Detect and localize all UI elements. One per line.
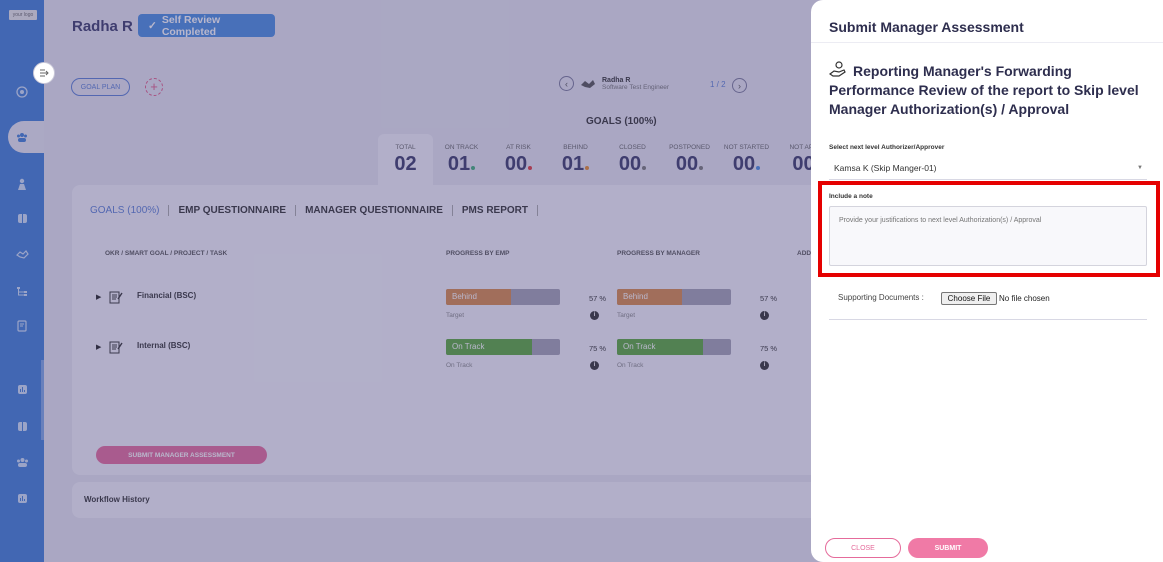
- forwarding-heading: Reporting Manager's Forwarding Performan…: [829, 61, 1149, 119]
- modal-overlay[interactable]: [0, 0, 824, 562]
- divider: [811, 42, 1163, 43]
- approver-label: Select next level Authorizer/Approver: [829, 144, 945, 151]
- drawer-title: Submit Manager Assessment: [829, 19, 1024, 35]
- forwarding-heading-text: Reporting Manager's Forwarding Performan…: [829, 63, 1139, 117]
- divider: [829, 319, 1147, 320]
- collapse-sidebar-icon[interactable]: [33, 62, 55, 84]
- submit-assessment-drawer: Submit Manager Assessment Reporting Mana…: [811, 0, 1163, 562]
- chevron-down-icon: ▼: [1137, 165, 1143, 171]
- hand-coin-icon: [829, 61, 846, 77]
- file-status: No file chosen: [999, 294, 1050, 303]
- close-button[interactable]: CLOSE: [825, 538, 901, 558]
- approver-select-value: Kamsa K (Skip Manger-01): [834, 163, 937, 173]
- approver-select[interactable]: Kamsa K (Skip Manger-01) ▼: [829, 156, 1147, 180]
- choose-file-button[interactable]: Choose File: [941, 292, 997, 305]
- submit-button[interactable]: SUBMIT: [908, 538, 988, 558]
- note-highlight-box: [818, 181, 1160, 277]
- supporting-docs-label: Supporting Documents :: [838, 293, 924, 302]
